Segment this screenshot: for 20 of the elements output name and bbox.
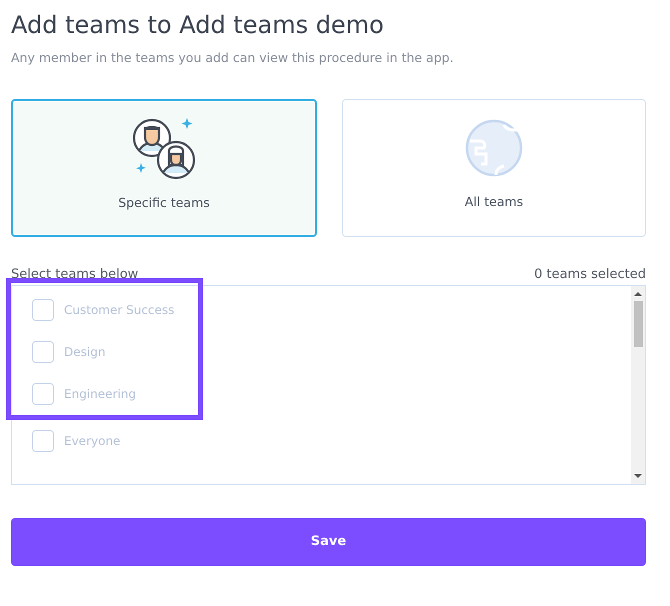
page-title: Add teams to Add teams demo	[11, 10, 385, 41]
option-card[interactable]: All teams	[342, 98, 646, 237]
selected-count: 0 teams selected	[534, 266, 646, 284]
team-option[interactable]: Customer Success	[11, 288, 198, 331]
scroll-down-icon[interactable]	[634, 472, 642, 479]
description-text: Any member in the teams you add can view this procedure in the app.	[11, 49, 455, 68]
checkbox[interactable]	[32, 430, 54, 452]
option-card[interactable]: Specific teams	[11, 98, 317, 237]
people-icon	[131, 118, 197, 180]
save-button[interactable]: Save	[11, 518, 646, 566]
checkbox[interactable]	[32, 298, 54, 321]
scroll-up-icon[interactable]	[634, 290, 642, 297]
checkbox[interactable]	[32, 340, 54, 363]
team-option[interactable]: Engineering	[11, 372, 198, 415]
scroll-thumb[interactable]	[634, 300, 642, 347]
scrollbar[interactable]	[631, 286, 645, 484]
checkbox[interactable]	[32, 382, 54, 405]
team-option[interactable]: Everyone	[12, 420, 631, 462]
team-option[interactable]: Design	[11, 330, 198, 373]
list-label: Select teams below	[11, 266, 138, 284]
